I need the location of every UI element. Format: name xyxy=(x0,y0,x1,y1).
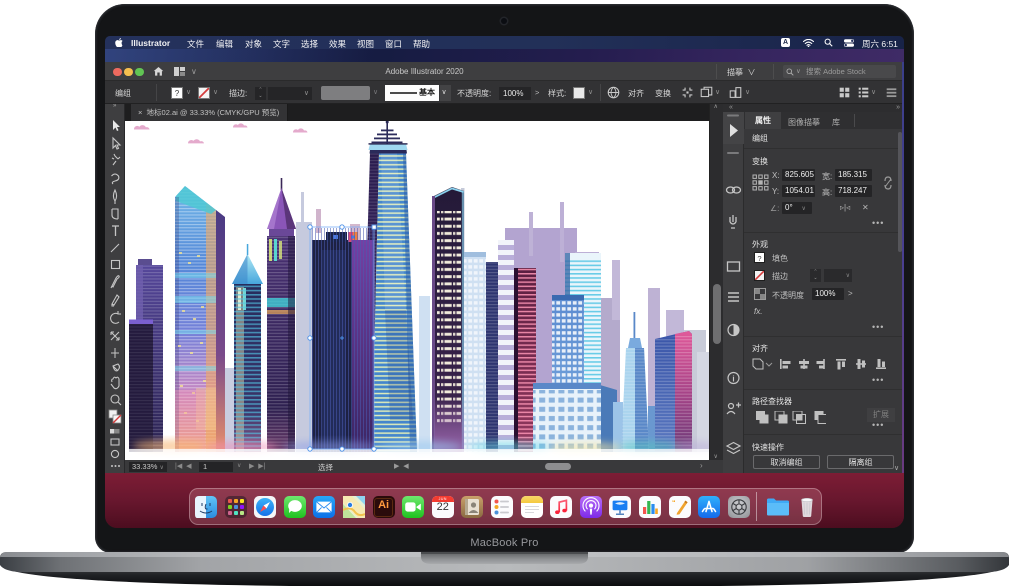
svg-text:“: “ xyxy=(672,500,676,507)
svg-text:i: i xyxy=(732,375,734,384)
